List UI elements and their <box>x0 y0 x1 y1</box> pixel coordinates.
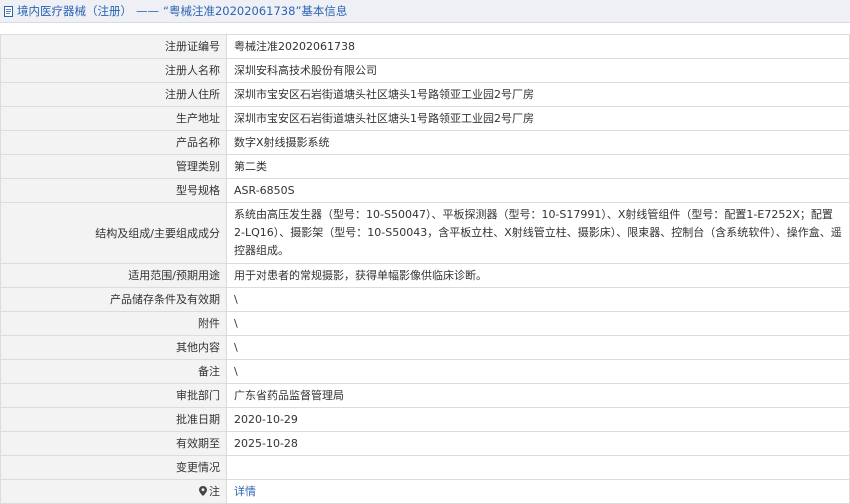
table-row: 产品名称 数字X射线摄影系统 <box>0 130 850 155</box>
row-label: 适用范围/预期用途 <box>0 263 227 288</box>
table-row: 注册人住所 深圳市宝安区石岩街道塘头社区塘头1号路领亚工业园2号厂房 <box>0 82 850 107</box>
row-label: 产品名称 <box>0 130 227 155</box>
row-label: 批准日期 <box>0 407 227 432</box>
table-row: 注册证编号 粤械注准20202061738 <box>0 34 850 59</box>
table-row: 附件 \ <box>0 311 850 336</box>
table-row: 备注 \ <box>0 359 850 384</box>
row-value: \ <box>226 335 850 360</box>
row-label: 产品储存条件及有效期 <box>0 287 227 312</box>
row-label: 备注 <box>0 359 227 384</box>
table-row: 适用范围/预期用途 用于对患者的常规摄影，获得单幅影像供临床诊断。 <box>0 263 850 288</box>
row-label: 生产地址 <box>0 106 227 131</box>
row-label: 审批部门 <box>0 383 227 408</box>
row-label: 注册人住所 <box>0 82 227 107</box>
row-value <box>226 455 850 480</box>
header-separator: —— <box>136 4 159 18</box>
row-label: 管理类别 <box>0 154 227 179</box>
table-row: 产品储存条件及有效期 \ <box>0 287 850 312</box>
header-title: 境内医疗器械（注册） —— “粤械注准20202061738”基本信息 <box>17 3 347 19</box>
row-value: \ <box>226 311 850 336</box>
row-value: 深圳市宝安区石岩街道塘头社区塘头1号路领亚工业园2号厂房 <box>226 82 850 107</box>
row-value: 详情 <box>226 479 850 504</box>
row-label: 注册证编号 <box>0 34 227 59</box>
row-value: ASR-6850S <box>226 178 850 203</box>
row-label: 有效期至 <box>0 431 227 456</box>
document-icon <box>4 5 13 17</box>
details-link[interactable]: 详情 <box>234 485 256 498</box>
table-row: 注册人名称 深圳安科高技术股份有限公司 <box>0 58 850 83</box>
info-table: 注册证编号 粤械注准20202061738 注册人名称 深圳安科高技术股份有限公司 … <box>0 34 850 504</box>
row-label: 变更情况 <box>0 455 227 480</box>
table-row: 注 详情 <box>0 479 850 504</box>
table-row: 型号规格 ASR-6850S <box>0 178 850 203</box>
row-label: 注册人名称 <box>0 58 227 83</box>
row-value: \ <box>226 359 850 384</box>
row-value: 深圳安科高技术股份有限公司 <box>226 58 850 83</box>
page-header: 境内医疗器械（注册） —— “粤械注准20202061738”基本信息 <box>0 0 850 23</box>
row-value: 用于对患者的常规摄影，获得单幅影像供临床诊断。 <box>226 263 850 288</box>
row-label: 结构及组成/主要组成成分 <box>0 202 227 264</box>
table-row: 管理类别 第二类 <box>0 154 850 179</box>
row-value: 数字X射线摄影系统 <box>226 130 850 155</box>
row-value: 粤械注准20202061738 <box>226 34 850 59</box>
table-row: 有效期至 2025-10-28 <box>0 431 850 456</box>
note-label: 注 <box>209 485 220 498</box>
row-value: 广东省药品监督管理局 <box>226 383 850 408</box>
table-row: 变更情况 <box>0 455 850 480</box>
table-row: 批准日期 2020-10-29 <box>0 407 850 432</box>
table-row: 结构及组成/主要组成成分 系统由高压发生器（型号：10-S50047）、平板探测器… <box>0 202 850 264</box>
row-label: 其他内容 <box>0 335 227 360</box>
row-value: 第二类 <box>226 154 850 179</box>
table-row: 其他内容 \ <box>0 335 850 360</box>
map-pin-icon <box>199 486 207 496</box>
row-value: 深圳市宝安区石岩街道塘头社区塘头1号路领亚工业园2号厂房 <box>226 106 850 131</box>
category-link[interactable]: 境内医疗器械（注册） <box>17 4 132 18</box>
row-label: 注 <box>0 479 227 504</box>
row-value: 2025-10-28 <box>226 431 850 456</box>
row-label: 型号规格 <box>0 178 227 203</box>
row-value: 2020-10-29 <box>226 407 850 432</box>
row-value: \ <box>226 287 850 312</box>
table-row: 生产地址 深圳市宝安区石岩街道塘头社区塘头1号路领亚工业园2号厂房 <box>0 106 850 131</box>
row-label: 附件 <box>0 311 227 336</box>
row-value: 系统由高压发生器（型号：10-S50047）、平板探测器（型号：10-S1799… <box>226 202 850 264</box>
header-subject: “粤械注准20202061738”基本信息 <box>163 4 348 18</box>
table-row: 审批部门 广东省药品监督管理局 <box>0 383 850 408</box>
